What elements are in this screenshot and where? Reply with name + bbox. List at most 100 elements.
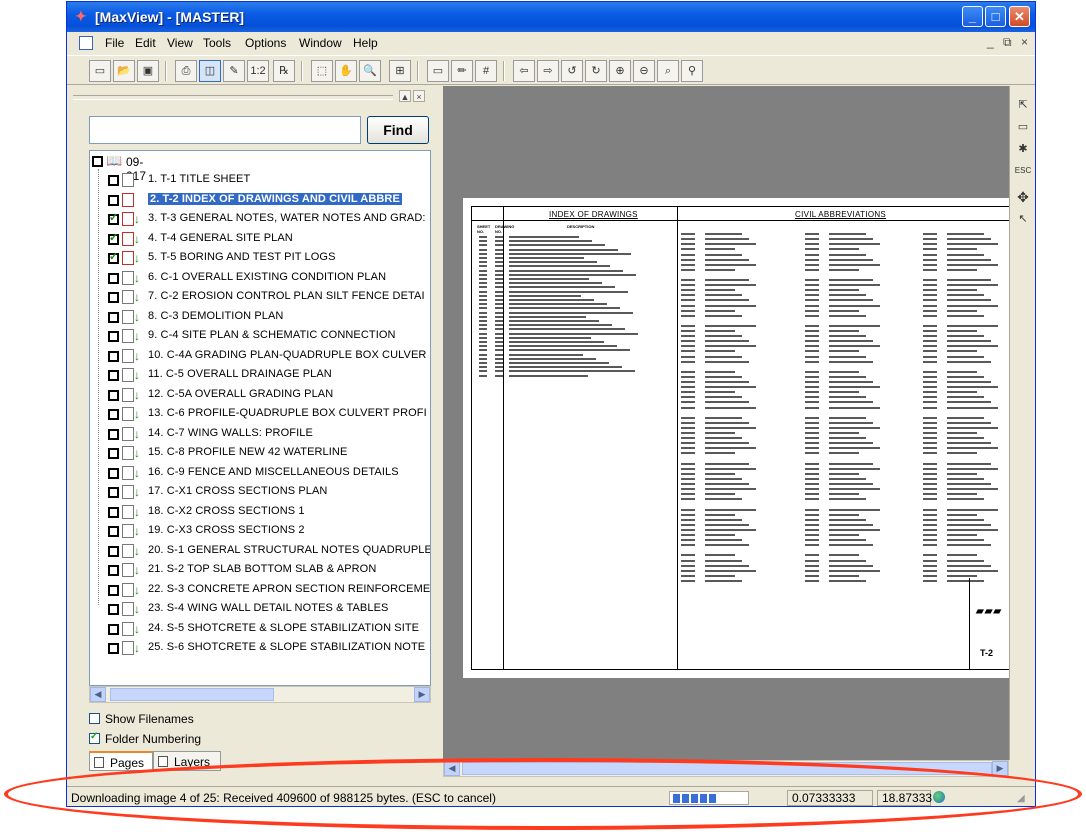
- tree-item[interactable]: ↓ 20. S-1 GENERAL STRUCTURAL NOTES QUADRU…: [90, 542, 430, 562]
- title-bar[interactable]: ✦ [MaxView] - [MASTER] _ □ ✕: [67, 2, 1035, 32]
- tree-item-checkbox[interactable]: [108, 604, 119, 615]
- menu-view[interactable]: View: [167, 36, 193, 50]
- tree-item[interactable]: ↓ 7. C-2 EROSION CONTROL PLAN SILT FENCE …: [90, 288, 430, 308]
- tree-item[interactable]: ↓ 21. S-2 TOP SLAB BOTTOM SLAB & APRON: [90, 561, 430, 581]
- menu-tools[interactable]: Tools: [203, 36, 231, 50]
- tree-item[interactable]: ↓ 3. T-3 GENERAL NOTES, WATER NOTES AND G…: [90, 210, 430, 230]
- zoom-fit-icon[interactable]: ⌕: [657, 60, 679, 82]
- tree-item[interactable]: ↓ 5. T-5 BORING AND TEST PIT LOGS: [90, 249, 430, 269]
- panel-dock-icon[interactable]: ▲: [399, 90, 411, 102]
- tree-item-checkbox[interactable]: [108, 350, 119, 362]
- viewer-scroll-left-icon[interactable]: ◀: [444, 761, 460, 776]
- pan-hand-icon[interactable]: ✋: [335, 60, 357, 82]
- tree-item-checkbox[interactable]: [108, 370, 119, 381]
- tree-item-checkbox[interactable]: [108, 194, 119, 206]
- tree-item-checkbox[interactable]: [108, 250, 119, 264]
- rectangle-icon[interactable]: ▭: [427, 60, 449, 82]
- tree-item[interactable]: ↓ 24. S-5 SHOTCRETE & SLOPE STABILIZATION…: [90, 620, 430, 640]
- tree-item[interactable]: ↓ 6. C-1 OVERALL EXISTING CONDITION PLAN: [90, 269, 430, 289]
- tree-item-checkbox[interactable]: [108, 643, 119, 654]
- tree-item[interactable]: 2. T-2 INDEX OF DRAWINGS AND CIVIL ABBRE: [90, 191, 430, 211]
- measure-icon[interactable]: ⚲: [681, 60, 703, 82]
- tree-item-checkbox[interactable]: [108, 428, 119, 440]
- pointer-icon[interactable]: ⇱: [1014, 96, 1032, 114]
- scroll-right-icon[interactable]: ▶: [414, 687, 430, 702]
- tree-root-checkbox[interactable]: [92, 156, 103, 167]
- tree-item-checkbox[interactable]: [108, 272, 119, 284]
- page-tree[interactable]: 📖 09-017 1. T-1 TITLE SHEET 2. T-2 INDEX …: [89, 150, 431, 686]
- bug-icon[interactable]: ✱: [1014, 140, 1032, 158]
- tree-item-checkbox[interactable]: [108, 331, 119, 342]
- tree-item-checkbox[interactable]: [108, 175, 119, 186]
- tree-item-checkbox[interactable]: [108, 506, 119, 518]
- minimize-button[interactable]: _: [962, 6, 983, 27]
- panel-close-icon[interactable]: ×: [413, 90, 425, 102]
- menu-options[interactable]: Options: [245, 36, 286, 50]
- mdi-close-button[interactable]: ×: [1021, 35, 1028, 49]
- tree-item[interactable]: ↓ 25. S-6 SHOTCRETE & SLOPE STABILIZATION…: [90, 639, 430, 659]
- tree-item[interactable]: ↓ 12. C-5A OVERALL GRADING PLAN: [90, 386, 430, 406]
- tree-item[interactable]: ↓ 13. C-6 PROFILE-QUADRUPLE BOX CULVERT P…: [90, 405, 430, 425]
- zoom-window-icon[interactable]: 🔍: [359, 60, 381, 82]
- grid-icon[interactable]: ⊞: [389, 60, 411, 82]
- maximize-button[interactable]: □: [985, 6, 1006, 27]
- tree-item-checkbox[interactable]: [108, 565, 119, 576]
- panel-grip[interactable]: [73, 95, 393, 100]
- tree-item-checkbox[interactable]: [108, 448, 119, 459]
- pencil-icon[interactable]: ✏: [451, 60, 473, 82]
- show-filenames-checkbox[interactable]: [89, 713, 100, 724]
- document-icon[interactable]: [79, 36, 93, 50]
- tab-pages[interactable]: Pages: [89, 751, 153, 771]
- tree-item-checkbox[interactable]: [108, 292, 119, 303]
- split-view-icon[interactable]: ◫: [199, 60, 221, 82]
- rotate-right-icon[interactable]: ↻: [585, 60, 607, 82]
- viewer-scroll-thumb[interactable]: [462, 762, 992, 775]
- scroll-thumb[interactable]: [110, 688, 274, 701]
- tree-item-checkbox[interactable]: [108, 584, 119, 596]
- tree-item[interactable]: ↓ 4. T-4 GENERAL SITE PLAN: [90, 230, 430, 250]
- tree-item[interactable]: ↓ 8. C-3 DEMOLITION PLAN: [90, 308, 430, 328]
- tree-horizontal-scrollbar[interactable]: ◀ ▶: [89, 686, 431, 703]
- search-input[interactable]: [89, 116, 361, 144]
- viewer-horizontal-scrollbar[interactable]: ◀ ▶: [443, 760, 1009, 777]
- resize-grip-icon[interactable]: ◢: [1017, 793, 1025, 804]
- tree-item[interactable]: ↓ 17. C-X1 CROSS SECTIONS PLAN: [90, 483, 430, 503]
- tree-item-checkbox[interactable]: [108, 231, 119, 245]
- rotate-left-icon[interactable]: ↺: [561, 60, 583, 82]
- mdi-minimize-button[interactable]: _: [987, 35, 994, 49]
- tree-item-checkbox[interactable]: [108, 311, 119, 323]
- tree-item[interactable]: ↓ 11. C-5 OVERALL DRAINAGE PLAN: [90, 366, 430, 386]
- viewer-scroll-right-icon[interactable]: ▶: [992, 761, 1008, 776]
- tree-item[interactable]: ↓ 15. C-8 PROFILE NEW 42 WATERLINE: [90, 444, 430, 464]
- scroll-left-icon[interactable]: ◀: [90, 687, 106, 702]
- tree-item-checkbox[interactable]: [108, 623, 119, 635]
- tree-item-checkbox[interactable]: [108, 526, 119, 537]
- menu-help[interactable]: Help: [353, 36, 378, 50]
- zoom-in-icon[interactable]: ⊕: [609, 60, 631, 82]
- revision-icon[interactable]: ℞: [273, 60, 295, 82]
- print-icon[interactable]: ⎙: [175, 60, 197, 82]
- tree-item-checkbox[interactable]: [108, 389, 119, 401]
- zoom-out-icon[interactable]: ⊖: [633, 60, 655, 82]
- menu-window[interactable]: Window: [299, 36, 342, 50]
- tree-item-checkbox[interactable]: [108, 409, 119, 420]
- close-button[interactable]: ✕: [1009, 6, 1030, 27]
- hash-button[interactable]: #: [475, 60, 497, 82]
- annotate-icon[interactable]: ✎: [223, 60, 245, 82]
- tree-item[interactable]: ↓ 19. C-X3 CROSS SECTIONS 2: [90, 522, 430, 542]
- drawing-viewer[interactable]: INDEX OF DRAWINGS CIVIL ABBREVIATIONS SH…: [443, 86, 1023, 760]
- previous-page-icon[interactable]: ⇦: [513, 60, 535, 82]
- tree-item[interactable]: ↓ 16. C-9 FENCE AND MISCELLANEOUS DETAILS: [90, 464, 430, 484]
- tab-layers[interactable]: Layers: [153, 751, 221, 771]
- tree-item-checkbox[interactable]: [108, 211, 119, 225]
- move-icon[interactable]: ✥: [1014, 188, 1032, 206]
- save-icon[interactable]: ▣: [137, 60, 159, 82]
- tree-item[interactable]: ↓ 14. C-7 WING WALLS: PROFILE: [90, 425, 430, 445]
- tree-item-checkbox[interactable]: [108, 467, 119, 479]
- tree-item[interactable]: ↓ 18. C-X2 CROSS SECTIONS 1: [90, 503, 430, 523]
- open-folder-icon[interactable]: 📂: [113, 60, 135, 82]
- tree-item-checkbox[interactable]: [108, 545, 119, 557]
- window-icon[interactable]: ▭: [1014, 118, 1032, 136]
- next-page-icon[interactable]: ⇨: [537, 60, 559, 82]
- menu-file[interactable]: File: [105, 36, 124, 50]
